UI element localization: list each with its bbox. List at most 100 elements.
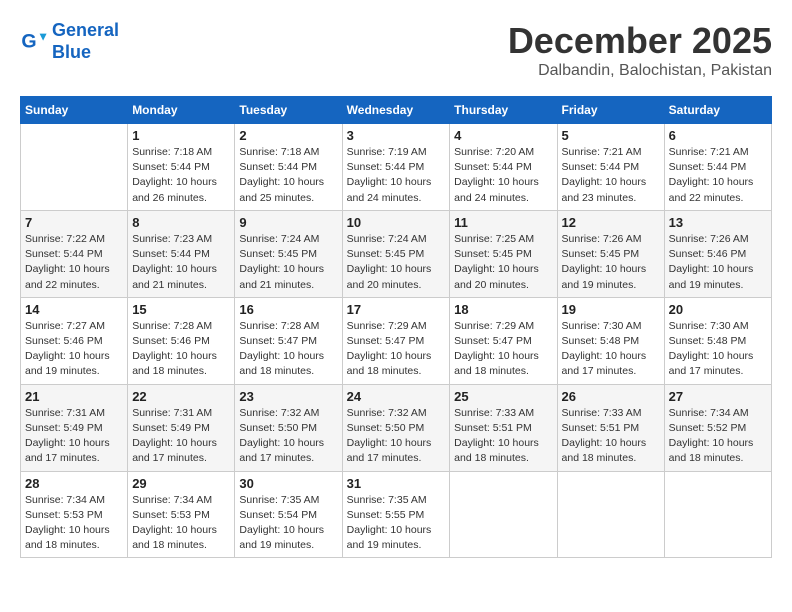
- day-cell: 22Sunrise: 7:31 AM Sunset: 5:49 PM Dayli…: [128, 384, 235, 471]
- logo-line1: General: [52, 20, 119, 40]
- day-cell: 11 Sunrise: 7:25 AM Sunset: 5:45 PM Dayli…: [450, 210, 557, 297]
- day-info: Sunrise: 7:32 AM Sunset: 5:50 PM Dayligh…: [347, 406, 446, 467]
- day-number: 26: [562, 389, 660, 404]
- day-number: 23: [239, 389, 337, 404]
- day-number: 27: [669, 389, 767, 404]
- day-cell: 29 Sunrise: 7:34 AM Sunset: 5:53 PM Dayli…: [128, 471, 235, 558]
- day-number: 12: [562, 215, 660, 230]
- week-row-2: 7Sunrise: 7:22 AM Sunset: 5:44 PM Daylig…: [21, 210, 772, 297]
- logo-line2: Blue: [52, 42, 91, 62]
- header-day-monday: Monday: [128, 97, 235, 124]
- day-info: Sunrise: 7:35 AM Sunset: 5:54 PM Dayligh…: [239, 493, 337, 554]
- day-number: 5: [562, 128, 660, 143]
- day-cell: 14 Sunrise: 7:27 AM Sunset: 5:46 PM Dayli…: [21, 297, 128, 384]
- day-number: 30: [239, 476, 337, 491]
- header-day-thursday: Thursday: [450, 97, 557, 124]
- day-info: Sunrise: 7:22 AM Sunset: 5:44 PM Dayligh…: [25, 232, 123, 293]
- day-cell: 24 Sunrise: 7:32 AM Sunset: 5:50 PM Dayli…: [342, 384, 450, 471]
- day-info: Sunrise: 7:28 AM Sunset: 5:47 PM Dayligh…: [239, 319, 337, 380]
- day-cell: 31 Sunrise: 7:35 AM Sunset: 5:55 PM Dayli…: [342, 471, 450, 558]
- day-number: 31: [347, 476, 446, 491]
- day-number: 24: [347, 389, 446, 404]
- day-number: 10: [347, 215, 446, 230]
- day-info: Sunrise: 7:26 AM Sunset: 5:46 PM Dayligh…: [669, 232, 767, 293]
- day-cell: 8 Sunrise: 7:23 AM Sunset: 5:44 PM Daylig…: [128, 210, 235, 297]
- day-number: 8: [132, 215, 230, 230]
- day-cell: 28Sunrise: 7:34 AM Sunset: 5:53 PM Dayli…: [21, 471, 128, 558]
- day-info: Sunrise: 7:29 AM Sunset: 5:47 PM Dayligh…: [347, 319, 446, 380]
- day-cell: 19Sunrise: 7:30 AM Sunset: 5:48 PM Dayli…: [557, 297, 664, 384]
- day-cell: 9Sunrise: 7:24 AM Sunset: 5:45 PM Daylig…: [235, 210, 342, 297]
- day-cell: 26Sunrise: 7:33 AM Sunset: 5:51 PM Dayli…: [557, 384, 664, 471]
- day-number: 17: [347, 302, 446, 317]
- day-info: Sunrise: 7:30 AM Sunset: 5:48 PM Dayligh…: [669, 319, 767, 380]
- day-cell: 2Sunrise: 7:18 AM Sunset: 5:44 PM Daylig…: [235, 124, 342, 211]
- header-day-sunday: Sunday: [21, 97, 128, 124]
- day-number: 4: [454, 128, 552, 143]
- logo: G General Blue: [20, 20, 119, 63]
- logo-icon: G: [20, 28, 48, 56]
- day-number: 13: [669, 215, 767, 230]
- day-cell: 27Sunrise: 7:34 AM Sunset: 5:52 PM Dayli…: [664, 384, 771, 471]
- day-number: 29: [132, 476, 230, 491]
- day-number: 16: [239, 302, 337, 317]
- day-info: Sunrise: 7:31 AM Sunset: 5:49 PM Dayligh…: [25, 406, 123, 467]
- day-cell: 12 Sunrise: 7:26 AM Sunset: 5:45 PM Dayli…: [557, 210, 664, 297]
- day-cell: 13 Sunrise: 7:26 AM Sunset: 5:46 PM Dayli…: [664, 210, 771, 297]
- week-row-3: 14 Sunrise: 7:27 AM Sunset: 5:46 PM Dayli…: [21, 297, 772, 384]
- day-cell: 21 Sunrise: 7:31 AM Sunset: 5:49 PM Dayli…: [21, 384, 128, 471]
- header-day-wednesday: Wednesday: [342, 97, 450, 124]
- day-info: Sunrise: 7:21 AM Sunset: 5:44 PM Dayligh…: [669, 145, 767, 206]
- day-cell: 23 Sunrise: 7:32 AM Sunset: 5:50 PM Dayli…: [235, 384, 342, 471]
- day-number: 22: [132, 389, 230, 404]
- day-cell: 1 Sunrise: 7:18 AM Sunset: 5:44 PM Daylig…: [128, 124, 235, 211]
- day-info: Sunrise: 7:25 AM Sunset: 5:45 PM Dayligh…: [454, 232, 552, 293]
- day-info: Sunrise: 7:35 AM Sunset: 5:55 PM Dayligh…: [347, 493, 446, 554]
- day-cell: 3 Sunrise: 7:19 AM Sunset: 5:44 PM Daylig…: [342, 124, 450, 211]
- day-info: Sunrise: 7:18 AM Sunset: 5:44 PM Dayligh…: [239, 145, 337, 206]
- day-info: Sunrise: 7:34 AM Sunset: 5:53 PM Dayligh…: [132, 493, 230, 554]
- day-number: 3: [347, 128, 446, 143]
- day-number: 1: [132, 128, 230, 143]
- day-cell: 7Sunrise: 7:22 AM Sunset: 5:44 PM Daylig…: [21, 210, 128, 297]
- day-number: 11: [454, 215, 552, 230]
- day-number: 14: [25, 302, 123, 317]
- day-info: Sunrise: 7:23 AM Sunset: 5:44 PM Dayligh…: [132, 232, 230, 293]
- day-number: 9: [239, 215, 337, 230]
- header: G General Blue December 2025 Dalbandin, …: [20, 20, 772, 80]
- day-cell: 16 Sunrise: 7:28 AM Sunset: 5:47 PM Dayli…: [235, 297, 342, 384]
- day-number: 21: [25, 389, 123, 404]
- day-cell: [450, 471, 557, 558]
- day-cell: 20Sunrise: 7:30 AM Sunset: 5:48 PM Dayli…: [664, 297, 771, 384]
- day-info: Sunrise: 7:26 AM Sunset: 5:45 PM Dayligh…: [562, 232, 660, 293]
- svg-text:G: G: [21, 30, 36, 52]
- day-cell: [21, 124, 128, 211]
- day-number: 19: [562, 302, 660, 317]
- day-info: Sunrise: 7:18 AM Sunset: 5:44 PM Dayligh…: [132, 145, 230, 206]
- week-row-1: 1 Sunrise: 7:18 AM Sunset: 5:44 PM Daylig…: [21, 124, 772, 211]
- logo-text: General Blue: [52, 20, 119, 63]
- day-info: Sunrise: 7:19 AM Sunset: 5:44 PM Dayligh…: [347, 145, 446, 206]
- calendar: SundayMondayTuesdayWednesdayThursdayFrid…: [20, 96, 772, 558]
- day-info: Sunrise: 7:20 AM Sunset: 5:44 PM Dayligh…: [454, 145, 552, 206]
- header-row: SundayMondayTuesdayWednesdayThursdayFrid…: [21, 97, 772, 124]
- day-info: Sunrise: 7:27 AM Sunset: 5:46 PM Dayligh…: [25, 319, 123, 380]
- day-number: 15: [132, 302, 230, 317]
- location-title: Dalbandin, Balochistan, Pakistan: [508, 62, 772, 80]
- header-day-saturday: Saturday: [664, 97, 771, 124]
- header-day-tuesday: Tuesday: [235, 97, 342, 124]
- week-row-4: 21 Sunrise: 7:31 AM Sunset: 5:49 PM Dayli…: [21, 384, 772, 471]
- day-number: 6: [669, 128, 767, 143]
- title-area: December 2025 Dalbandin, Balochistan, Pa…: [508, 20, 772, 80]
- day-cell: 18Sunrise: 7:29 AM Sunset: 5:47 PM Dayli…: [450, 297, 557, 384]
- day-info: Sunrise: 7:24 AM Sunset: 5:45 PM Dayligh…: [347, 232, 446, 293]
- day-cell: 4 Sunrise: 7:20 AM Sunset: 5:44 PM Daylig…: [450, 124, 557, 211]
- day-info: Sunrise: 7:21 AM Sunset: 5:44 PM Dayligh…: [562, 145, 660, 206]
- day-cell: 30 Sunrise: 7:35 AM Sunset: 5:54 PM Dayli…: [235, 471, 342, 558]
- day-cell: 5 Sunrise: 7:21 AM Sunset: 5:44 PM Daylig…: [557, 124, 664, 211]
- day-cell: [557, 471, 664, 558]
- day-number: 28: [25, 476, 123, 491]
- day-info: Sunrise: 7:32 AM Sunset: 5:50 PM Dayligh…: [239, 406, 337, 467]
- month-title: December 2025: [508, 20, 772, 62]
- day-info: Sunrise: 7:33 AM Sunset: 5:51 PM Dayligh…: [454, 406, 552, 467]
